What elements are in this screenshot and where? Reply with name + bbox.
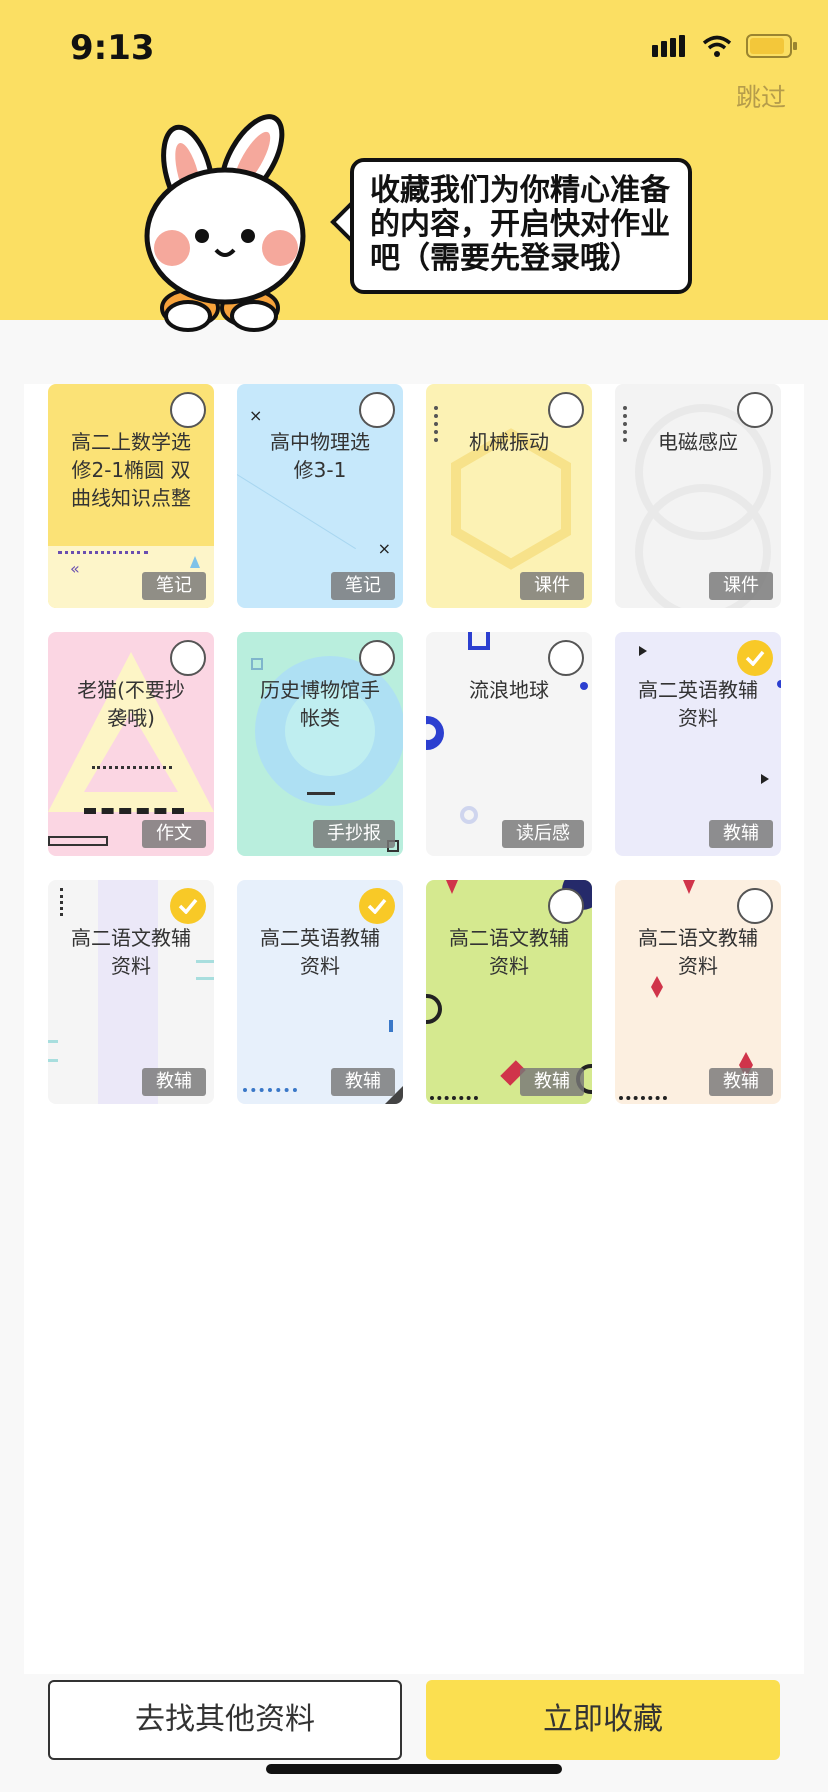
card-title: 高二英语教辅 资料 bbox=[638, 678, 758, 730]
card-title: 高二语文教辅 资料 bbox=[449, 926, 569, 978]
cellular-signal-icon bbox=[652, 35, 685, 57]
card-tag: 教辅 bbox=[142, 1068, 206, 1096]
select-checkbox[interactable] bbox=[359, 640, 395, 676]
checkmark-icon bbox=[367, 898, 387, 914]
card-tag: 笔记 bbox=[331, 572, 395, 600]
card-9[interactable]: 高二语文教辅 资料 教辅 bbox=[48, 880, 214, 1104]
card-title: 老猫(不要抄 袭哦) bbox=[77, 678, 185, 730]
skip-button[interactable]: 跳过 bbox=[736, 78, 786, 114]
card-5[interactable]: 老猫(不要抄 袭哦) 作文 bbox=[48, 632, 214, 856]
card-tag: 课件 bbox=[520, 572, 584, 600]
wifi-icon bbox=[702, 35, 732, 57]
select-checkbox[interactable] bbox=[548, 888, 584, 924]
find-other-button[interactable]: 去找其他资料 bbox=[48, 1680, 402, 1760]
card-tag: 笔记 bbox=[142, 572, 206, 600]
select-checkbox[interactable] bbox=[737, 640, 773, 676]
card-tag: 教辅 bbox=[709, 1068, 773, 1096]
battery-icon bbox=[746, 34, 797, 58]
checkmark-icon bbox=[178, 898, 198, 914]
select-checkbox[interactable] bbox=[359, 888, 395, 924]
card-11[interactable]: 高二语文教辅 资料 教辅 bbox=[426, 880, 592, 1104]
card-title: 机械振动 bbox=[469, 430, 549, 454]
card-title: 高二语文教辅 资料 bbox=[71, 926, 191, 978]
checkmark-icon bbox=[745, 650, 765, 666]
collect-now-button[interactable]: 立即收藏 bbox=[426, 1680, 780, 1760]
select-checkbox[interactable] bbox=[170, 640, 206, 676]
card-tag: 教辅 bbox=[709, 820, 773, 848]
card-1[interactable]: « 高二上数学选 修2-1椭圆 双 曲线知识点整 笔记 bbox=[48, 384, 214, 608]
card-title: 电磁感应 bbox=[658, 430, 738, 454]
bunny-mascot-icon bbox=[144, 114, 306, 332]
card-2[interactable]: × × 高中物理选 修3-1 笔记 bbox=[237, 384, 403, 608]
select-checkbox[interactable] bbox=[359, 392, 395, 428]
card-title: 高二语文教辅 资料 bbox=[638, 926, 758, 978]
card-tag: 课件 bbox=[709, 572, 773, 600]
card-3[interactable]: 机械振动 课件 bbox=[426, 384, 592, 608]
card-tag: 读后感 bbox=[502, 820, 584, 848]
card-tag: 教辅 bbox=[331, 1068, 395, 1096]
card-6[interactable]: 历史博物馆手 帐类 手抄报 bbox=[237, 632, 403, 856]
card-title: 历史博物馆手 帐类 bbox=[260, 678, 380, 730]
select-checkbox[interactable] bbox=[170, 888, 206, 924]
select-checkbox[interactable] bbox=[548, 392, 584, 428]
card-7[interactable]: 流浪地球 读后感 bbox=[426, 632, 592, 856]
speech-bubble: 收藏我们为你精心准备的内容，开启快对作业吧（需要先登录哦） bbox=[350, 158, 692, 294]
card-tag: 作文 bbox=[142, 820, 206, 848]
select-checkbox[interactable] bbox=[737, 392, 773, 428]
status-icons bbox=[652, 34, 798, 58]
home-indicator[interactable] bbox=[266, 1764, 562, 1774]
card-4[interactable]: 电磁感应 课件 bbox=[615, 384, 781, 608]
card-title: 高二上数学选 修2-1椭圆 双 曲线知识点整 bbox=[71, 430, 191, 510]
header-banner: 9:13 跳过 收藏我们为你精心准备的内容，开启快对作业吧（需要先登录哦） bbox=[0, 0, 828, 332]
card-tag: 手抄报 bbox=[313, 820, 395, 848]
select-checkbox[interactable] bbox=[737, 888, 773, 924]
select-checkbox[interactable] bbox=[170, 392, 206, 428]
status-time: 9:13 bbox=[70, 28, 155, 68]
card-12[interactable]: 高二语文教辅 资料 教辅 bbox=[615, 880, 781, 1104]
card-8[interactable]: 高二英语教辅 资料 教辅 bbox=[615, 632, 781, 856]
card-title: 高二英语教辅 资料 bbox=[260, 926, 380, 978]
card-title: 高中物理选 修3-1 bbox=[270, 430, 370, 482]
select-checkbox[interactable] bbox=[548, 640, 584, 676]
card-title: 流浪地球 bbox=[469, 678, 549, 702]
card-tag: 教辅 bbox=[520, 1068, 584, 1096]
card-10[interactable]: 高二英语教辅 资料 教辅 bbox=[237, 880, 403, 1104]
